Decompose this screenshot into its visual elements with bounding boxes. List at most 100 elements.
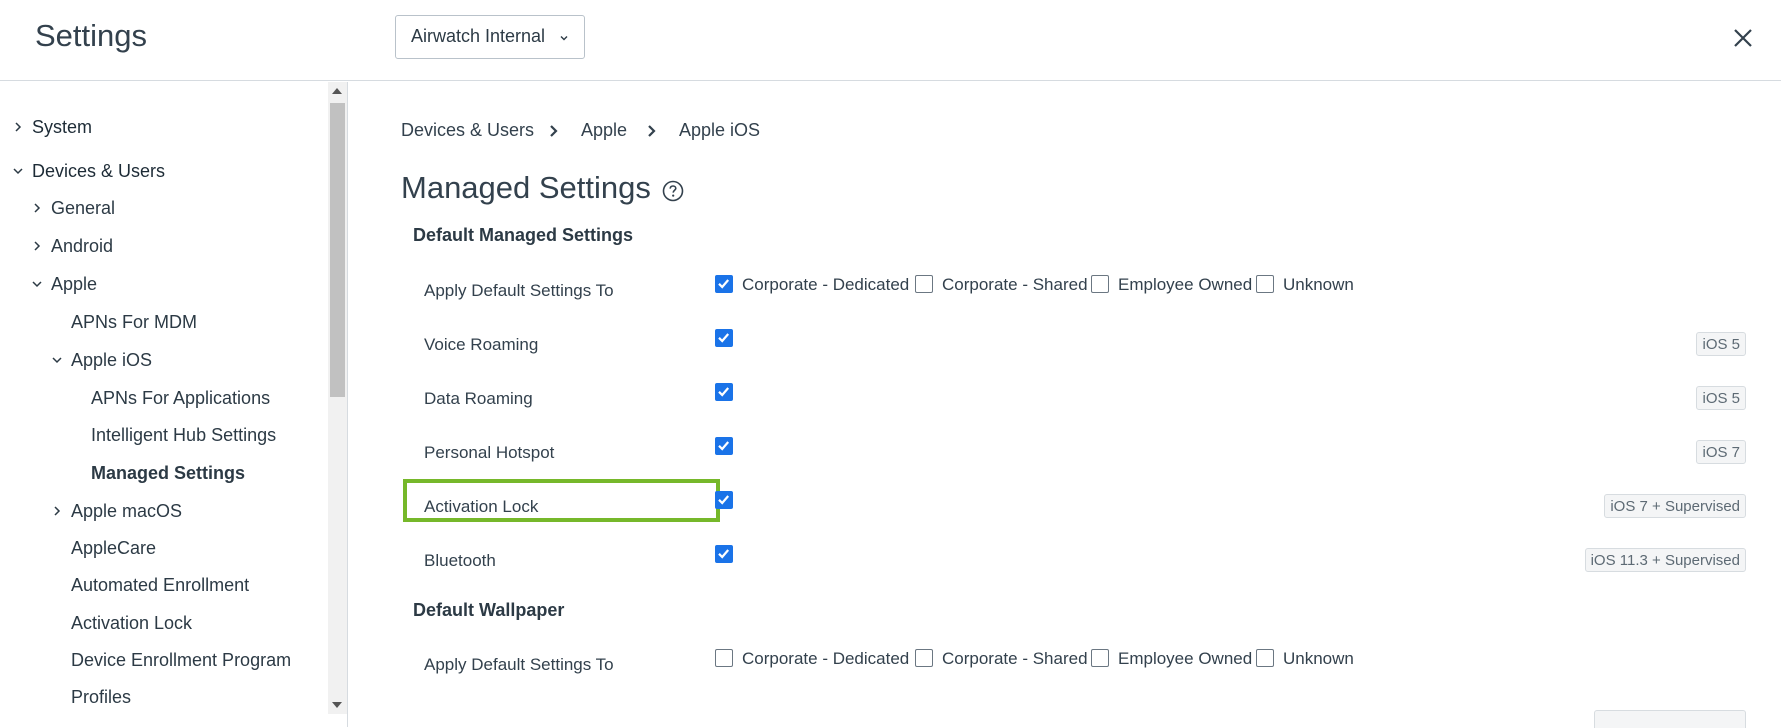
checkmark-icon (718, 387, 730, 397)
sidebar-scrollbar[interactable] (328, 82, 347, 714)
sidebar-item-label: Profiles (71, 687, 132, 707)
personal-hotspot-label: Personal Hotspot (424, 443, 555, 462)
sidebar-item-label: Activation Lock (71, 613, 193, 633)
chevron-down-icon (560, 36, 568, 41)
checkbox-label: Corporate - Dedicated (742, 275, 910, 294)
scroll-up-arrow-icon[interactable] (332, 88, 342, 94)
sidebar-item-activation-lock[interactable]: Activation Lock (71, 613, 192, 634)
voice-roaming-checkbox[interactable] (715, 329, 733, 347)
sidebar-item-managed-settings[interactable]: Managed Settings (91, 463, 245, 484)
employee-owned-checkbox[interactable] (1091, 275, 1109, 293)
checkmark-icon (718, 495, 730, 505)
sidebar-item-apns-for-applications[interactable]: APNs For Applications (91, 388, 270, 409)
sidebar-item-label: Android (51, 236, 114, 256)
sidebar-item-label: APNs For Applications (91, 388, 271, 408)
chevron-down-icon (52, 357, 62, 364)
activation-lock-label: Activation Lock (424, 497, 539, 516)
version-badge: iOS 5 (1696, 332, 1746, 356)
header-bar: Settings Airwatch Internal (0, 0, 1781, 81)
sidebar-item-apns-for-mdm[interactable]: APNs For MDM (71, 312, 197, 333)
sidebar-item-device-enrollment-program[interactable]: Device Enrollment Program (71, 650, 291, 671)
sidebar-item-profiles[interactable]: Profiles (71, 687, 131, 708)
version-badge: iOS 7 (1696, 440, 1746, 464)
chevron-right-icon (54, 506, 61, 516)
chevron-right-icon (34, 241, 41, 251)
data-roaming-checkbox[interactable] (715, 383, 733, 401)
chevron-right-icon (550, 125, 558, 137)
page-title: Managed Settings (401, 170, 651, 205)
organization-group-label: Airwatch Internal (411, 26, 546, 46)
corporate-dedicated-checkbox[interactable] (715, 649, 733, 667)
chevron-right-icon (648, 125, 656, 137)
sidebar-item-devices-users[interactable]: Devices & Users (13, 161, 166, 182)
sidebar-item-label: Intelligent Hub Settings (91, 425, 277, 445)
sidebar-item-label: Automated Enrollment (71, 575, 250, 595)
section-title-default-wallpaper: Default Wallpaper (413, 600, 565, 620)
sidebar-item-label: Managed Settings (91, 463, 246, 483)
main-content: Devices & Users Apple Apple iOS Managed … (349, 82, 1781, 728)
version-badge-partial (1594, 710, 1746, 728)
checkbox-label: Corporate - Shared (942, 649, 1088, 668)
sidebar-item-label: Apple iOS (71, 350, 153, 370)
breadcrumb-item-devices-users[interactable]: Devices & Users (401, 120, 534, 141)
section-title-default-managed-settings: Default Managed Settings (413, 225, 634, 245)
checkbox-label: Employee Owned (1118, 275, 1253, 294)
corporate-dedicated-checkbox[interactable] (715, 275, 733, 293)
activation-lock-checkbox[interactable] (715, 491, 733, 509)
personal-hotspot-checkbox[interactable] (715, 437, 733, 455)
sidebar-item-apple-ios[interactable]: Apple iOS (52, 350, 153, 371)
sidebar-item-general[interactable]: General (34, 198, 116, 219)
scrollbar-thumb[interactable] (330, 103, 345, 397)
version-badge: iOS 11.3 + Supervised (1584, 548, 1746, 572)
chevron-down-icon (32, 281, 42, 288)
bluetooth-label: Bluetooth (424, 551, 496, 570)
scroll-down-arrow-icon[interactable] (332, 702, 342, 708)
checkmark-icon (718, 549, 730, 559)
sidebar-item-label: Apple (51, 274, 98, 294)
checkbox-label: Employee Owned (1118, 649, 1253, 668)
sidebar-item-label: System (32, 117, 93, 137)
sidebar-item-label: Apple macOS (71, 501, 183, 521)
data-roaming-label: Data Roaming (424, 389, 533, 408)
organization-group-dropdown[interactable]: Airwatch Internal (395, 15, 585, 59)
checkbox-label: Unknown (1283, 275, 1354, 294)
voice-roaming-label: Voice Roaming (424, 335, 539, 354)
breadcrumb-item-apple-ios[interactable]: Apple iOS (679, 120, 760, 141)
checkmark-icon (718, 441, 730, 451)
sidebar-item-applecare[interactable]: AppleCare (71, 538, 156, 559)
app-title: Settings (35, 18, 148, 53)
chevron-right-icon (34, 203, 41, 213)
checkmark-icon (718, 279, 730, 289)
chevron-down-icon (13, 168, 23, 175)
version-badge: iOS 7 + Supervised (1604, 494, 1746, 518)
checkbox-label: Unknown (1283, 649, 1354, 668)
sidebar-item-intelligent-hub-settings[interactable]: Intelligent Hub Settings (91, 425, 276, 446)
settings-tree-sidebar: System Devices & Users General Android A… (0, 82, 348, 727)
sidebar-item-system[interactable]: System (15, 117, 93, 138)
employee-owned-checkbox[interactable] (1091, 649, 1109, 667)
checkmark-icon (718, 333, 730, 343)
checkbox-label: Corporate - Shared (942, 275, 1088, 294)
bluetooth-checkbox[interactable] (715, 545, 733, 563)
version-badge: iOS 5 (1696, 386, 1746, 410)
sidebar-item-apple-macos[interactable]: Apple macOS (54, 501, 183, 522)
sidebar-item-apple[interactable]: Apple (32, 274, 98, 295)
sidebar-item-android[interactable]: Android (34, 236, 114, 257)
close-icon[interactable] (1731, 26, 1755, 50)
corporate-shared-checkbox[interactable] (915, 275, 933, 293)
checkbox-label: Corporate - Dedicated (742, 649, 910, 668)
sidebar-item-label: General (51, 198, 116, 218)
unknown-checkbox[interactable] (1256, 275, 1274, 293)
sidebar-item-label: Device Enrollment Program (71, 650, 292, 670)
apply-default-settings-label: Apply Default Settings To (424, 281, 614, 300)
sidebar-item-automated-enrollment[interactable]: Automated Enrollment (71, 575, 249, 596)
sidebar-item-label: APNs For MDM (71, 312, 197, 332)
help-icon[interactable] (662, 180, 684, 202)
corporate-shared-checkbox[interactable] (915, 649, 933, 667)
breadcrumb-item-apple[interactable]: Apple (581, 120, 627, 141)
unknown-checkbox[interactable] (1256, 649, 1274, 667)
sidebar-item-label: AppleCare (71, 538, 157, 558)
sidebar-item-label: Devices & Users (32, 161, 166, 181)
apply-default-settings-label: Apply Default Settings To (424, 655, 614, 674)
chevron-right-icon (15, 122, 22, 132)
